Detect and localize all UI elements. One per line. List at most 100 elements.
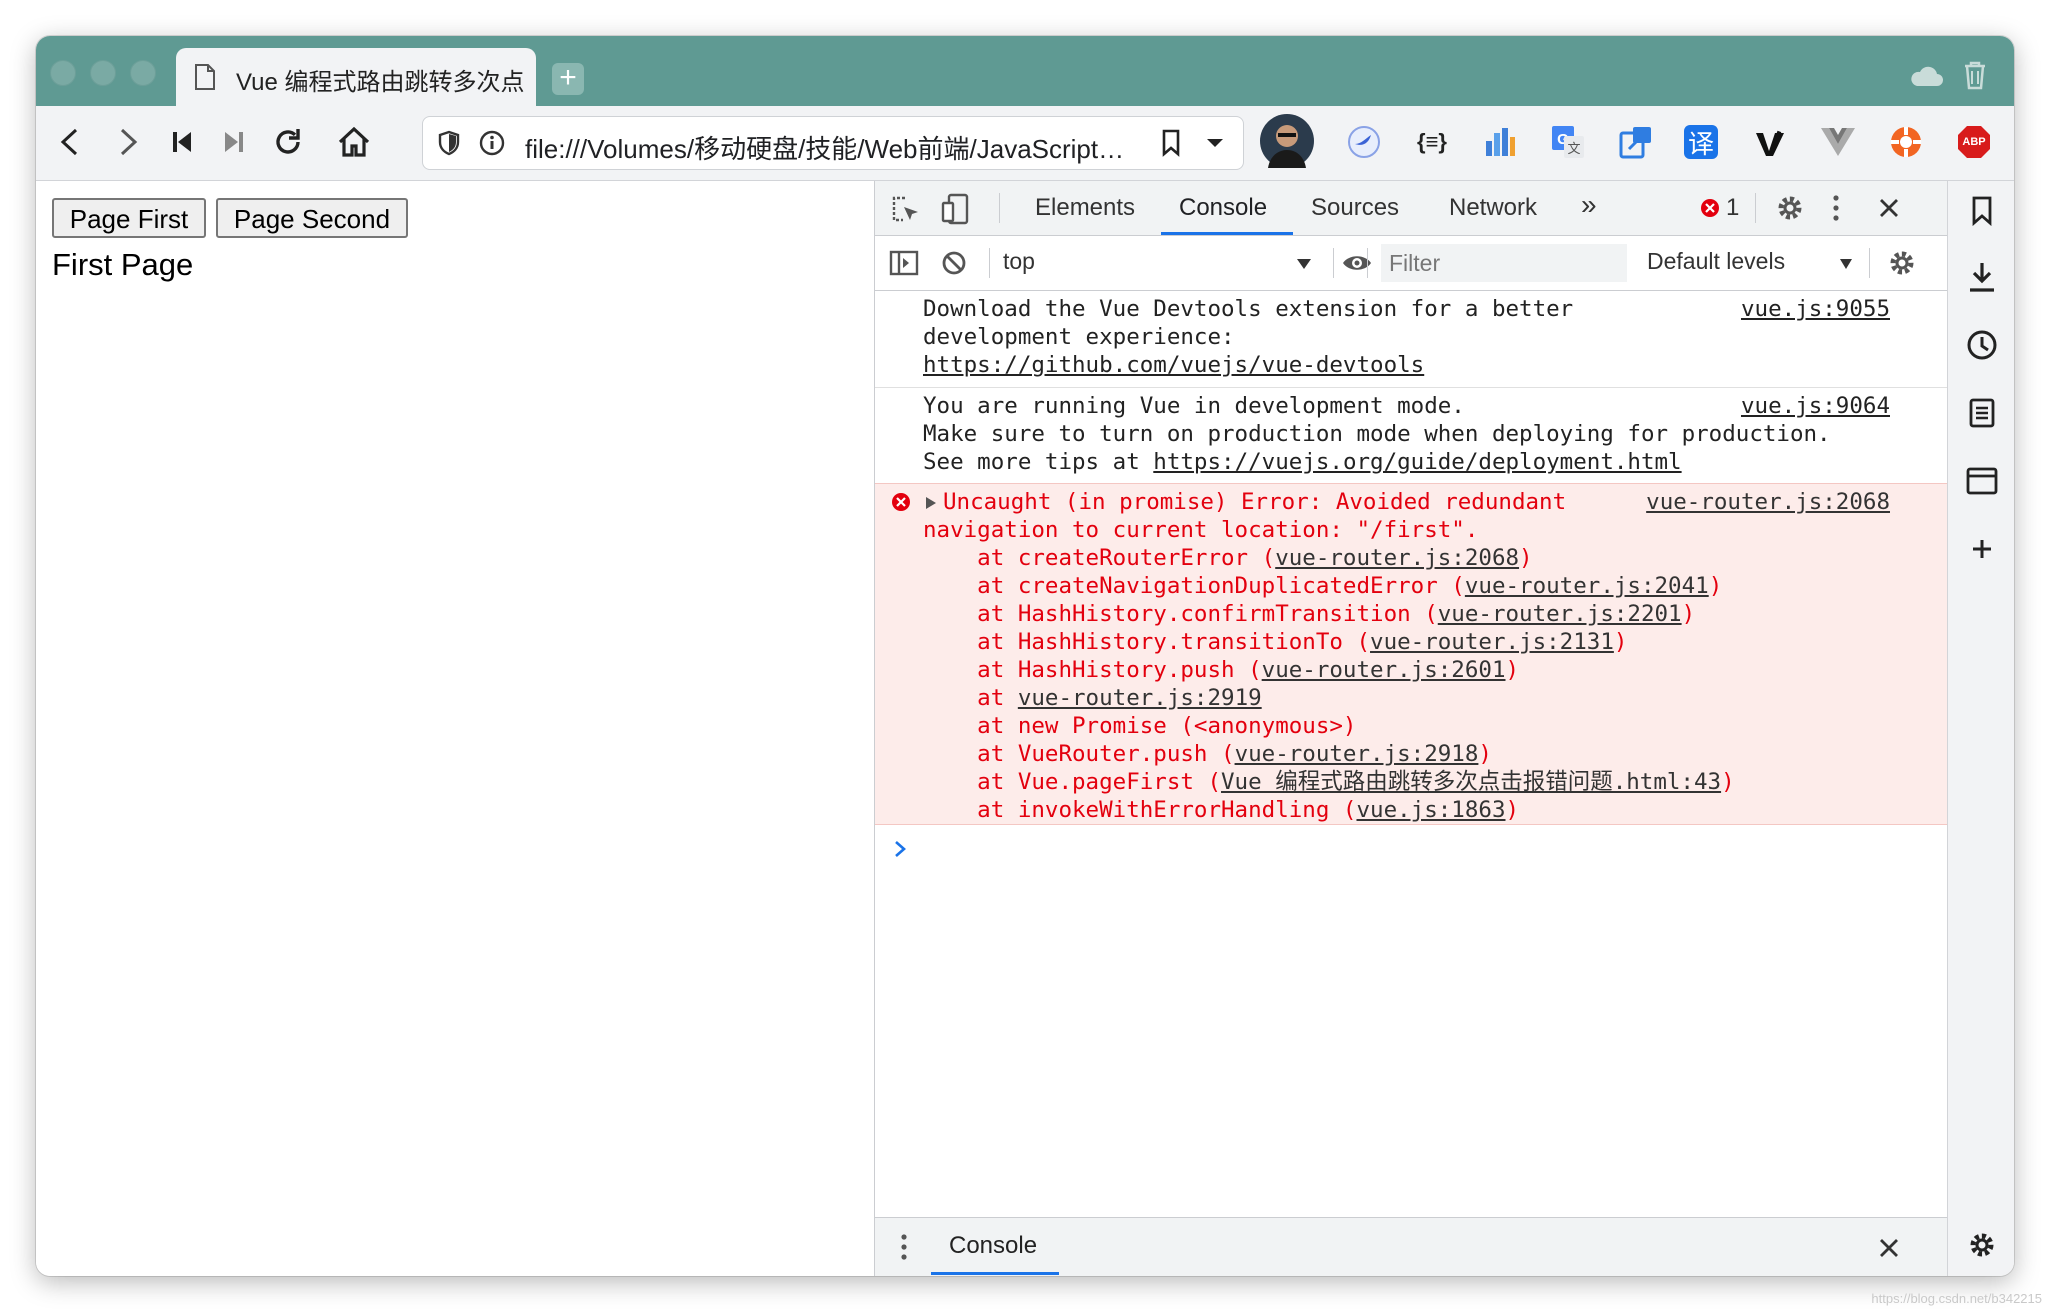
bookmarks-panel-button[interactable] <box>1966 195 1998 227</box>
skip-back-icon <box>173 132 191 152</box>
stack-frame-link[interactable]: vue-router.js:2041 <box>1465 573 1709 599</box>
chevron-down-icon[interactable] <box>1205 137 1225 149</box>
arrow-right-icon <box>120 128 138 156</box>
deployment-link[interactable]: https://vuejs.org/guide/deployment.html <box>1153 449 1681 475</box>
sidebar-settings-button[interactable] <box>1966 1229 1998 1261</box>
stack-frame: at VueRouter.push (vue-router.js:2918) <box>923 740 1735 768</box>
page-second-button[interactable]: Page Second <box>216 198 408 238</box>
vue-devtools-extension-button[interactable] <box>1818 122 1858 162</box>
message-source-link[interactable]: vue.js:9064 <box>1741 392 1890 420</box>
back-button[interactable] <box>46 118 94 166</box>
stack-frame-text: ) <box>1613 629 1628 655</box>
stack-frame-link[interactable]: vue-router.js:2919 <box>1018 685 1262 711</box>
console-prompt-icon[interactable] <box>893 839 907 859</box>
eye-icon[interactable] <box>1341 252 1373 274</box>
error-count-icon[interactable] <box>1700 198 1720 218</box>
tab-console[interactable]: Console <box>1179 194 1267 222</box>
drawer-menu-icon[interactable] <box>899 1232 909 1262</box>
message-source-link[interactable]: vue.js:9055 <box>1741 295 1890 323</box>
profile-avatar[interactable] <box>1260 114 1314 168</box>
clock-icon <box>1967 330 1997 360</box>
share-icon <box>1619 127 1651 159</box>
kebab-menu-icon[interactable] <box>1831 193 1841 223</box>
notes-panel-button[interactable] <box>1966 397 1998 429</box>
address-bar[interactable]: file:///Volumes/移动硬盘/技能/Web前端/JavaScript… <box>422 116 1244 170</box>
levels-dropdown-icon[interactable] <box>1839 258 1853 270</box>
adblock-extension-button[interactable]: ABP <box>1954 122 1994 162</box>
chart-extension-button[interactable] <box>1480 122 1520 162</box>
clear-console-icon[interactable] <box>941 250 967 276</box>
console-settings-icon[interactable] <box>1887 248 1917 278</box>
message-line: See more tips at <box>923 449 1154 475</box>
stack-frame-link[interactable]: vue-router.js:2918 <box>1235 741 1479 767</box>
stack-frame-link[interactable]: vue-router.js:2068 <box>1275 545 1519 571</box>
drawer-tab-console[interactable]: Console <box>949 1232 1037 1260</box>
close-devtools-icon[interactable] <box>1879 198 1899 218</box>
cloud-icon[interactable] <box>1908 64 1944 88</box>
zoom-window-button[interactable] <box>130 60 156 86</box>
info-icon[interactable] <box>479 130 505 156</box>
reload-button[interactable] <box>264 118 312 166</box>
document-icon <box>195 64 215 90</box>
stack-frame-link[interactable]: vue-router.js:2131 <box>1370 629 1614 655</box>
sidebar-toggle-icon[interactable] <box>889 250 919 276</box>
google-translate-extension-button[interactable]: G文 <box>1548 122 1588 162</box>
zh-translate-extension-button[interactable]: 译 <box>1684 125 1718 160</box>
home-button[interactable] <box>330 118 378 166</box>
tab-sources[interactable]: Sources <box>1311 194 1399 222</box>
share-extension-button[interactable] <box>1616 122 1656 162</box>
stack-frame: at invokeWithErrorHandling (vue.js:1863) <box>923 796 1735 824</box>
plus-icon <box>1973 540 1991 558</box>
fastforward-button[interactable] <box>210 118 258 166</box>
stack-frame-text: ) <box>1478 741 1492 767</box>
rewind-button[interactable] <box>158 118 206 166</box>
settings-gear-icon[interactable] <box>1775 193 1805 223</box>
expand-triangle-icon[interactable] <box>925 496 937 510</box>
devtools-tab-bar: Elements Console Sources Network » 1 <box>875 181 1948 236</box>
more-tabs-button[interactable]: » <box>1581 189 1597 221</box>
devtools-link[interactable]: https://github.com/vuejs/vue-devtools <box>923 352 1424 378</box>
log-levels-dropdown[interactable]: Default levels <box>1647 248 1785 275</box>
forward-button[interactable] <box>104 118 152 166</box>
new-tab-button[interactable]: + <box>552 63 584 95</box>
stack-frame-link[interactable]: vue-router.js:2201 <box>1438 601 1682 627</box>
context-dropdown-icon[interactable] <box>1296 258 1312 270</box>
tab-network[interactable]: Network <box>1449 194 1537 222</box>
bird-extension-button[interactable] <box>1344 122 1384 162</box>
page-first-button[interactable]: Page First <box>52 198 206 238</box>
add-panel-button[interactable] <box>1966 533 1998 565</box>
filter-input[interactable]: Filter <box>1381 244 1627 282</box>
close-drawer-icon[interactable] <box>1879 1238 1899 1258</box>
device-toolbar-icon[interactable] <box>941 193 971 225</box>
bookmark-icon[interactable] <box>1161 129 1181 157</box>
window-panel-button[interactable] <box>1966 465 1998 497</box>
error-source-link[interactable]: vue-router.js:2068 <box>1646 488 1890 516</box>
tab-elements[interactable]: Elements <box>1035 194 1135 222</box>
downloads-panel-button[interactable] <box>1966 261 1998 293</box>
close-window-button[interactable] <box>50 60 76 86</box>
stack-frame: at vue-router.js:2919 <box>923 684 1735 712</box>
page-content: Page First Page Second First Page <box>36 181 873 1276</box>
history-panel-button[interactable] <box>1966 329 1998 361</box>
message-line: Download the Vue Devtools extension for … <box>923 296 1574 322</box>
minimize-window-button[interactable] <box>90 60 116 86</box>
url-text: file:///Volumes/移动硬盘/技能/Web前端/JavaScript… <box>525 134 1125 164</box>
home-icon <box>338 126 370 157</box>
stack-frame-text: ) <box>1708 573 1723 599</box>
console-toolbar: top Filter Default levels <box>875 236 1948 291</box>
bookmark-icon <box>1972 196 1992 226</box>
stack-frame: at HashHistory.transitionTo (vue-router.… <box>923 628 1735 656</box>
stack-frame-link[interactable]: Vue 编程式路由跳转多次点击报错问题.html:43 <box>1221 769 1721 795</box>
context-selector[interactable]: top <box>1003 248 1035 275</box>
vimeo-extension-button[interactable] <box>1750 122 1790 162</box>
shield-icon[interactable] <box>437 130 461 156</box>
stack-frame-link[interactable]: vue.js:1863 <box>1356 797 1505 823</box>
stack-frame: at Vue.pageFirst (Vue 编程式路由跳转多次点击报错问题.ht… <box>923 768 1734 796</box>
inspect-element-icon[interactable] <box>891 195 921 225</box>
lifebuoy-extension-button[interactable] <box>1886 122 1926 162</box>
stack-frame-link[interactable]: vue-router.js:2601 <box>1262 657 1506 683</box>
json-extension-button[interactable]: {≡} <box>1412 122 1452 162</box>
stack-frame-text: ) <box>1681 601 1696 627</box>
browser-tab[interactable]: Vue 编程式路由跳转多次点 <box>176 48 536 106</box>
trash-icon[interactable] <box>1962 60 1988 90</box>
